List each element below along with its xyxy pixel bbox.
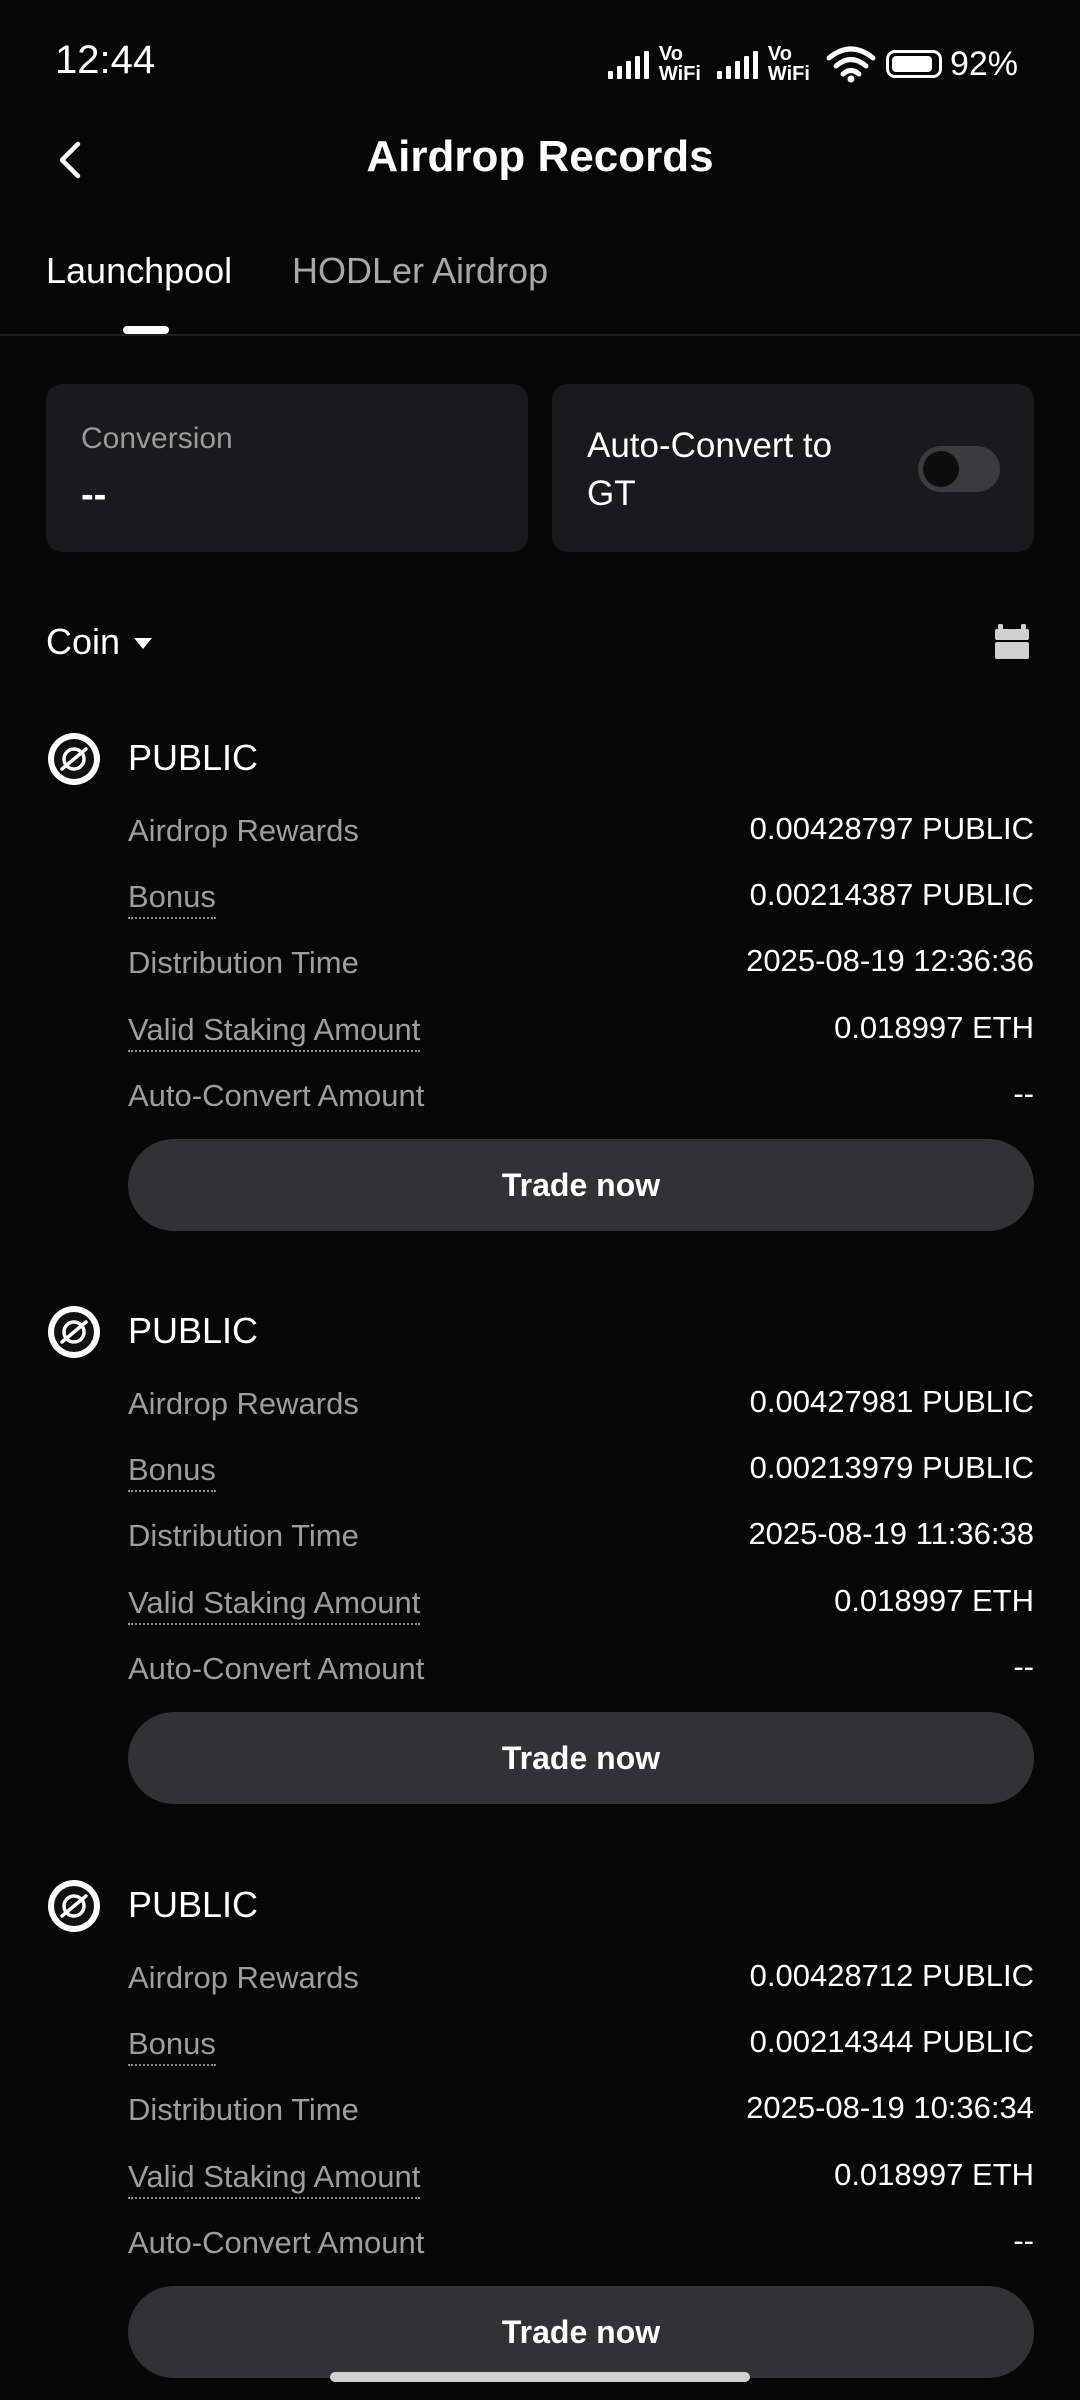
valid-staking-amount-row: Valid Staking Amount 0.018997 ETH xyxy=(128,2155,1034,2199)
auto-convert-amount-label: Auto-Convert Amount xyxy=(128,2225,425,2260)
header: Airdrop Records xyxy=(0,120,1080,200)
trade-now-button[interactable]: Trade now xyxy=(128,2286,1034,2378)
vowifi-icon: Vo WiFi xyxy=(658,43,701,85)
status-icons: Vo WiFi Vo WiFi 92% xyxy=(607,36,1018,92)
record-item: PUBLIC Airdrop Rewards 0.00428712 PUBLIC Bo… xyxy=(0,1880,1080,2400)
bonus-label[interactable]: Bonus xyxy=(128,2026,216,2066)
bonus-label[interactable]: Bonus xyxy=(128,1452,216,1492)
bonus-value: 0.00213979 PUBLIC xyxy=(749,1450,1034,1485)
trade-now-button[interactable]: Trade now xyxy=(128,1139,1034,1231)
home-indicator[interactable] xyxy=(330,2372,750,2382)
auto-convert-amount-value: -- xyxy=(1013,1076,1034,1111)
status-bar: 12:44 Vo WiFi Vo WiFi 92% xyxy=(0,0,1080,120)
bonus-value: 0.00214344 PUBLIC xyxy=(749,2024,1034,2059)
battery-icon xyxy=(885,50,942,78)
bonus-row: Bonus 0.00213979 PUBLIC xyxy=(128,1448,1034,1492)
battery-percent: 92% xyxy=(949,44,1018,83)
conversion-value: -- xyxy=(81,474,107,516)
tab-bar: Launchpool HODLer Airdrop xyxy=(0,230,1080,336)
battery-indicator: 92% xyxy=(885,44,1018,84)
auto-convert-amount-value: -- xyxy=(1013,2223,1034,2258)
valid-staking-amount-label[interactable]: Valid Staking Amount xyxy=(128,2159,421,2199)
airdrop-rewards-row: Airdrop Rewards 0.00428797 PUBLIC xyxy=(128,809,1034,853)
signal-icon-2 xyxy=(716,49,758,79)
auto-convert-card: Auto-Convert to GT xyxy=(552,384,1034,552)
trade-now-button[interactable]: Trade now xyxy=(128,1712,1034,1804)
bonus-label[interactable]: Bonus xyxy=(128,879,216,919)
conversion-label: Conversion xyxy=(81,422,233,455)
airdrop-rewards-value: 0.00427981 PUBLIC xyxy=(749,1384,1034,1419)
vowifi-icon-2: Vo WiFi xyxy=(767,43,810,85)
airdrop-rewards-label: Airdrop Rewards xyxy=(128,1960,359,1995)
distribution-time-row: Distribution Time 2025-08-19 11:36:38 xyxy=(128,1514,1034,1558)
airdrop-rewards-row: Airdrop Rewards 0.00428712 PUBLIC xyxy=(128,1956,1034,2000)
toggle-knob xyxy=(923,451,959,487)
conversion-card: Conversion -- xyxy=(46,384,528,552)
auto-convert-label: Auto-Convert to GT xyxy=(587,426,833,513)
valid-staking-amount-value: 0.018997 ETH xyxy=(834,1583,1034,1618)
distribution-time-value: 2025-08-19 10:36:34 xyxy=(746,2090,1034,2125)
record-item: PUBLIC Airdrop Rewards 0.00428797 PUBLIC Bo… xyxy=(0,733,1080,1253)
valid-staking-amount-row: Valid Staking Amount 0.018997 ETH xyxy=(128,1581,1034,1625)
screen: 12:44 Vo WiFi Vo WiFi 92% Airdrop Record… xyxy=(0,0,1080,2400)
valid-staking-amount-value: 0.018997 ETH xyxy=(834,1010,1034,1045)
coin-logo-icon xyxy=(48,1880,100,1932)
record-item: PUBLIC Airdrop Rewards 0.00427981 PUBLIC Bo… xyxy=(0,1306,1080,1826)
tab-active-indicator xyxy=(123,326,169,334)
coin-filter-label: Coin xyxy=(46,621,121,662)
airdrop-rewards-label: Airdrop Rewards xyxy=(128,1386,359,1421)
distribution-time-value: 2025-08-19 11:36:38 xyxy=(748,1516,1034,1551)
calendar-button[interactable] xyxy=(992,622,1032,662)
airdrop-rewards-value: 0.00428797 PUBLIC xyxy=(749,811,1034,846)
caret-down-icon xyxy=(134,638,153,649)
valid-staking-amount-value: 0.018997 ETH xyxy=(834,2157,1034,2192)
airdrop-rewards-row: Airdrop Rewards 0.00427981 PUBLIC xyxy=(128,1382,1034,1426)
tab-launchpool[interactable]: Launchpool xyxy=(46,250,232,292)
distribution-time-label: Distribution Time xyxy=(128,2092,359,2127)
airdrop-rewards-label: Airdrop Rewards xyxy=(128,813,359,848)
calendar-icon xyxy=(995,624,1029,659)
auto-convert-amount-label: Auto-Convert Amount xyxy=(128,1078,425,1113)
signal-icon xyxy=(607,49,649,79)
distribution-time-value: 2025-08-19 12:36:36 xyxy=(746,943,1034,978)
valid-staking-amount-label[interactable]: Valid Staking Amount xyxy=(128,1012,421,1052)
distribution-time-row: Distribution Time 2025-08-19 10:36:34 xyxy=(128,2088,1034,2132)
coin-filter-dropdown[interactable]: Coin xyxy=(46,614,153,670)
auto-convert-amount-row: Auto-Convert Amount -- xyxy=(128,1074,1034,1118)
status-time: 12:44 xyxy=(55,38,156,82)
airdrop-rewards-value: 0.00428712 PUBLIC xyxy=(749,1958,1034,1993)
distribution-time-label: Distribution Time xyxy=(128,945,359,980)
bonus-row: Bonus 0.00214344 PUBLIC xyxy=(128,2022,1034,2066)
auto-convert-amount-row: Auto-Convert Amount -- xyxy=(128,2221,1034,2265)
wifi-icon xyxy=(826,46,876,83)
auto-convert-amount-label: Auto-Convert Amount xyxy=(128,1651,425,1686)
distribution-time-label: Distribution Time xyxy=(128,1518,359,1553)
page-title: Airdrop Records xyxy=(366,132,714,181)
coin-name: PUBLIC xyxy=(128,1310,259,1351)
auto-convert-toggle[interactable] xyxy=(918,446,1000,492)
auto-convert-amount-value: -- xyxy=(1013,1649,1034,1684)
valid-staking-amount-row: Valid Staking Amount 0.018997 ETH xyxy=(128,1008,1034,1052)
valid-staking-amount-label[interactable]: Valid Staking Amount xyxy=(128,1585,421,1625)
coin-logo-icon xyxy=(48,1306,100,1358)
bonus-row: Bonus 0.00214387 PUBLIC xyxy=(128,875,1034,919)
coin-logo-icon xyxy=(48,733,100,785)
tab-hodler-airdrop[interactable]: HODLer Airdrop xyxy=(292,250,548,292)
bonus-value: 0.00214387 PUBLIC xyxy=(749,877,1034,912)
auto-convert-amount-row: Auto-Convert Amount -- xyxy=(128,1647,1034,1691)
coin-name: PUBLIC xyxy=(128,737,259,778)
distribution-time-row: Distribution Time 2025-08-19 12:36:36 xyxy=(128,941,1034,985)
coin-name: PUBLIC xyxy=(128,1884,259,1925)
